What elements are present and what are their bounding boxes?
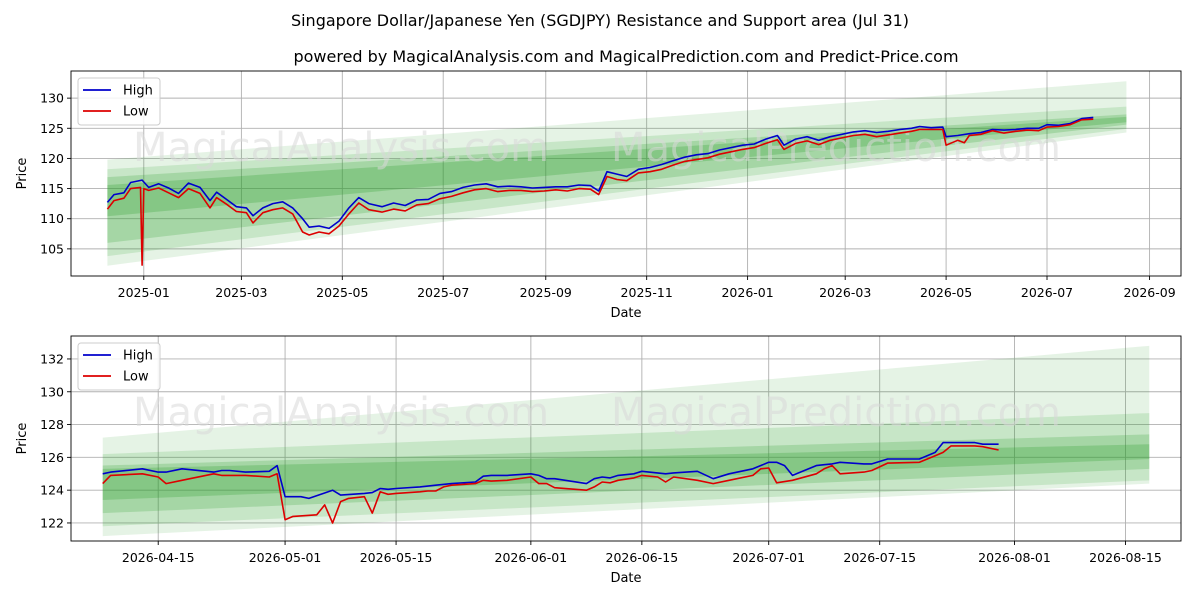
- x-tick-label: 2026-05: [920, 285, 972, 300]
- x-tick-label: 2026-01: [721, 285, 773, 300]
- x-axis-label: Date: [610, 306, 641, 321]
- y-axis-label: Price: [15, 158, 30, 190]
- watermark-text: MagicalAnalysis.com: [133, 390, 549, 436]
- x-tick-label: 2026-06-15: [606, 550, 679, 565]
- legend: High Low: [77, 77, 161, 126]
- x-tick-label: 2025-07: [417, 285, 469, 300]
- legend-label-low: Low: [123, 370, 149, 385]
- y-tick-label: 125: [40, 121, 64, 136]
- x-tick-label: 2026-03: [819, 285, 871, 300]
- x-tick-label: 2025-03: [215, 285, 267, 300]
- top-chart-panel: MagicalAnalysis.com MagicalPrediction.com…: [15, 70, 1182, 321]
- y-tick-label: 130: [40, 91, 64, 106]
- y-tick-label: 132: [40, 351, 64, 366]
- x-tick-label: 2026-07-15: [843, 550, 916, 565]
- y-tick-label: 124: [40, 483, 64, 498]
- x-tick-label: 2026-07: [1021, 285, 1073, 300]
- x-tick-label: 2025-09: [520, 285, 572, 300]
- legend-label-high: High: [123, 349, 153, 364]
- y-tick-label: 128: [40, 417, 64, 432]
- x-tick-label: 2026-08-15: [1089, 550, 1162, 565]
- x-axis: 2025-01 2025-03 2025-05 2025-07 2025-09 2025-…: [118, 276, 1176, 321]
- bottom-chart-panel: MagicalAnalysis.com MagicalPrediction.com…: [15, 335, 1182, 586]
- watermark-text: MagicalAnalysis.com: [133, 125, 549, 171]
- y-tick-label: 105: [40, 241, 64, 256]
- y-tick-label: 120: [40, 151, 64, 166]
- legend-label-low: Low: [123, 105, 149, 120]
- chart-subtitle: powered by MagicalAnalysis.com and Magic…: [293, 47, 958, 66]
- y-tick-label: 115: [40, 181, 64, 196]
- x-tick-label: 2026-04-15: [122, 550, 195, 565]
- x-tick-label: 2025-01: [118, 285, 170, 300]
- y-tick-label: 126: [40, 450, 64, 465]
- y-tick-label: 122: [40, 515, 64, 530]
- x-tick-label: 2026-07-01: [732, 550, 805, 565]
- y-tick-label: 110: [40, 211, 64, 226]
- x-tick-label: 2026-05-15: [360, 550, 433, 565]
- x-tick-label: 2026-05-01: [249, 550, 322, 565]
- x-tick-label: 2025-11: [621, 285, 673, 300]
- legend: High Low: [77, 342, 161, 391]
- y-axis: 105 110 115 120 125 130 Price: [15, 91, 71, 256]
- x-axis: 2026-04-15 2026-05-01 2026-05-15 2026-06-01…: [122, 541, 1162, 586]
- chart-title: Singapore Dollar/Japanese Yen (SGDJPY) R…: [291, 11, 909, 30]
- x-tick-label: 2026-08-01: [978, 550, 1051, 565]
- x-axis-label: Date: [610, 571, 641, 586]
- watermark-text: MagicalPrediction.com: [611, 125, 1061, 171]
- legend-label-high: High: [123, 84, 153, 99]
- figure: Singapore Dollar/Japanese Yen (SGDJPY) R…: [15, 11, 1182, 586]
- y-axis-label: Price: [15, 423, 30, 455]
- x-tick-label: 2025-05: [316, 285, 368, 300]
- watermark-text: MagicalPrediction.com: [611, 390, 1061, 436]
- y-axis: 122 124 126 128 130 132 Price: [15, 351, 71, 530]
- x-tick-label: 2026-09: [1123, 285, 1175, 300]
- y-tick-label: 130: [40, 384, 64, 399]
- x-tick-label: 2026-06-01: [495, 550, 568, 565]
